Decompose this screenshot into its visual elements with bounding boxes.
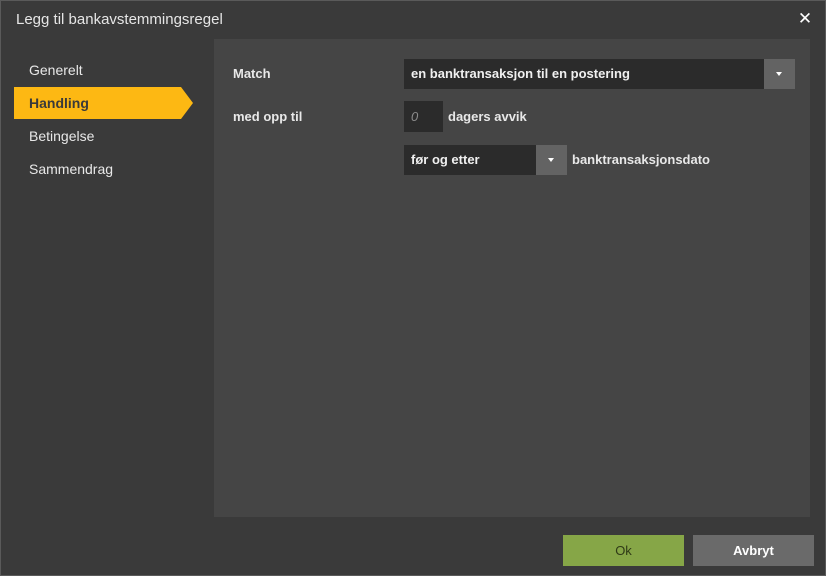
chevron-down-icon: [776, 72, 782, 76]
days-suffix: dagers avvik: [448, 109, 527, 124]
sidebar-nav: Generelt Handling Betingelse Sammendrag: [1, 39, 214, 519]
dialog-title: Legg til bankavstemmingsregel: [16, 11, 223, 28]
sidebar-item-betingelse[interactable]: Betingelse: [14, 120, 181, 152]
close-icon[interactable]: ✕: [795, 9, 815, 29]
match-dropdown-button[interactable]: [764, 59, 795, 89]
direction-select-value: før og etter: [411, 152, 480, 167]
direction-suffix: banktransaksjonsdato: [572, 152, 710, 167]
range-label: med opp til: [233, 109, 303, 124]
days-input[interactable]: [404, 101, 443, 132]
sidebar-item-generelt[interactable]: Generelt: [14, 54, 181, 86]
ok-button[interactable]: Ok: [563, 535, 684, 566]
dialog-window: Legg til bankavstemmingsregel ✕ Generelt…: [0, 0, 826, 576]
match-select[interactable]: en banktransaksjon til en postering: [404, 59, 795, 89]
direction-dropdown-button[interactable]: [536, 145, 567, 175]
match-select-value: en banktransaksjon til en postering: [411, 66, 630, 81]
sidebar-item-sammendrag[interactable]: Sammendrag: [14, 153, 181, 185]
content-panel: Match en banktransaksjon til en posterin…: [214, 39, 810, 517]
direction-select[interactable]: før og etter: [404, 145, 567, 175]
chevron-down-icon: [548, 158, 554, 162]
match-label: Match: [233, 66, 271, 81]
cancel-button[interactable]: Avbryt: [693, 535, 814, 566]
dialog-titlebar: Legg til bankavstemmingsregel ✕: [1, 1, 825, 39]
sidebar-item-handling[interactable]: Handling: [14, 87, 193, 119]
